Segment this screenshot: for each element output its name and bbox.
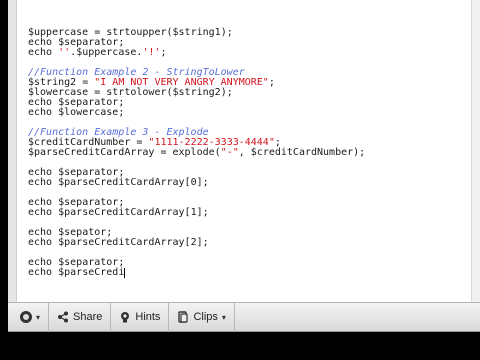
chevron-down-icon: ▾ (36, 312, 41, 322)
editor-toolbar: ▾ Share Hints Clips ▾ (8, 302, 480, 332)
code-token: echo (28, 177, 59, 188)
code-token: [0]; (184, 177, 209, 188)
code-token: = explode( (154, 147, 221, 158)
hints-label: Hints (135, 311, 161, 323)
code-area[interactable]: $uppercase = strtoupper($string1); echo $… (28, 28, 468, 278)
code-token: $string2 (172, 87, 221, 98)
code-token: $parseCreditCardArray (58, 237, 185, 248)
code-token: ); (220, 87, 233, 98)
code-editor[interactable]: $uppercase = strtoupper($string1); echo $… (8, 0, 480, 302)
code-token: $uppercase (76, 47, 137, 58)
code-token: $parseCredi (58, 267, 125, 278)
chevron-down-icon: ▾ (221, 312, 226, 322)
code-token: [2]; (184, 237, 209, 248)
code-token: ; (268, 77, 275, 88)
share-label: Share (73, 311, 103, 323)
code-token: $parseCreditCardArray (58, 177, 185, 188)
clips-label: Clips (193, 311, 218, 323)
code-string: '' (58, 47, 71, 58)
code-string: '!' (142, 47, 161, 58)
code-token: echo (28, 237, 59, 248)
code-token: echo (28, 267, 59, 278)
gear-icon (20, 311, 32, 323)
code-token: echo (28, 47, 59, 58)
code-token: [1]; (184, 207, 209, 218)
share-icon (57, 311, 69, 323)
code-token: ); (353, 147, 366, 158)
code-string: "-" (220, 147, 239, 158)
share-button[interactable]: Share (49, 302, 112, 332)
code-token: $parseCreditCardArray (58, 207, 185, 218)
hints-button[interactable]: Hints (111, 302, 170, 332)
code-line: echo $parseCreditCardArray[2]; (28, 238, 468, 248)
code-token: echo (28, 107, 59, 118)
code-token: ); (220, 27, 233, 38)
editor-gutter (8, 0, 17, 302)
clips-icon (177, 311, 189, 323)
code-line: echo $parseCreditCardArray[1]; (28, 208, 468, 218)
video-frame: $uppercase = strtoupper($string1); echo $… (0, 0, 480, 360)
text-cursor (124, 268, 126, 278)
code-token: $creditCardNumber (250, 147, 354, 158)
code-line: echo $parseCredi (28, 268, 468, 278)
clips-button[interactable]: Clips ▾ (169, 302, 235, 332)
settings-menu-button[interactable]: ▾ (8, 302, 50, 332)
code-token: ; (160, 47, 167, 58)
code-line: echo $lowercase; (28, 108, 468, 118)
code-token: ; (118, 107, 125, 118)
code-line: echo ''.$uppercase.'!'; (28, 48, 468, 58)
code-line: $parseCreditCardArray = explode("-", $cr… (28, 148, 468, 158)
letterbox-bottom (0, 332, 480, 360)
code-line: echo $parseCreditCardArray[0]; (28, 178, 468, 188)
code-token: echo (28, 207, 59, 218)
editor-scrollbar[interactable] (471, 0, 480, 302)
code-token: , (238, 147, 251, 158)
code-token: $string1 (172, 27, 221, 38)
lightbulb-icon (119, 311, 131, 323)
code-token: $lowercase (58, 107, 119, 118)
code-token: $parseCreditCardArray (28, 147, 155, 158)
